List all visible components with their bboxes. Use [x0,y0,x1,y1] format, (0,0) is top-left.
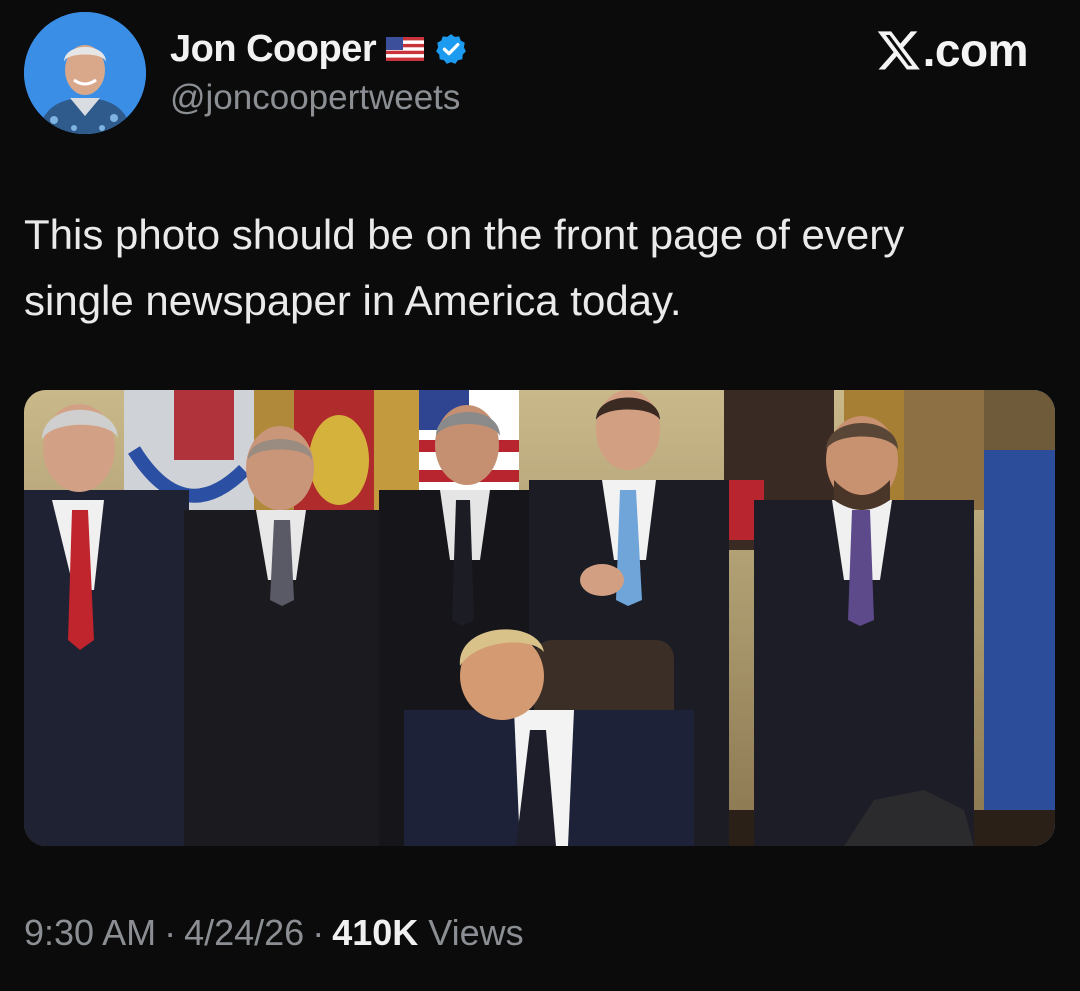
tweet-time[interactable]: 9:30 AM [24,912,156,953]
views-label: Views [428,912,524,953]
brand-watermark: .com [876,22,1029,78]
x-logo-icon [876,27,922,73]
meta-separator: · [312,912,325,953]
brand-domain-text: .com [922,24,1029,76]
tweet-date[interactable]: 4/24/26 [184,912,304,953]
avatar-photo [24,12,146,134]
author-handle[interactable]: @joncoopertweets [170,78,460,118]
author-name-row: Jon Cooper [170,26,468,72]
tweet-text-line: This photo should be on the front page o… [24,211,905,258]
oval-office-photo [24,390,1055,846]
avatar[interactable] [24,12,146,134]
views-count[interactable]: 410K [332,912,418,953]
tweet-photo[interactable] [24,390,1055,846]
meta-separator: · [164,912,177,953]
author-display-name[interactable]: Jon Cooper [170,28,377,71]
us-flag-icon [386,37,425,61]
verified-badge-icon [434,32,468,66]
tweet-meta: 9:30 AM · 4/24/26 · 410K Views [24,912,524,954]
tweet-text-line: single newspaper in America today. [24,277,682,324]
tweet-text: This photo should be on the front page o… [24,202,1044,334]
